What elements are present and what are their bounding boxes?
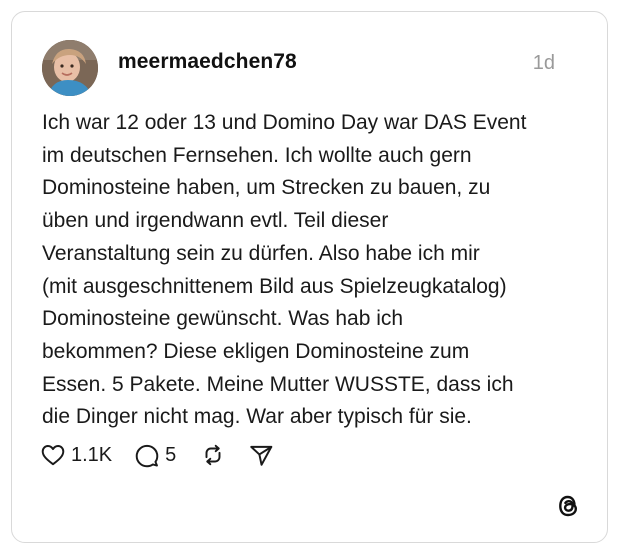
username[interactable]: meermaedchen78 [118, 50, 297, 74]
heart-icon [40, 442, 66, 468]
threads-logo-icon[interactable] [555, 492, 583, 520]
like-button[interactable]: 1.1K [40, 442, 112, 468]
post-text-line: Dominosteine haben, um Strecken zu bauen… [42, 176, 491, 200]
post-timestamp: 1d [532, 52, 555, 74]
post-text-line: (mit ausgeschnittenem Bild aus Spielzeug… [42, 274, 507, 298]
post-text-line: Veranstaltung sein zu dürfen. Also habe … [42, 241, 480, 265]
send-icon [248, 442, 274, 468]
reply-button[interactable]: 5 [134, 442, 176, 468]
post-text-line: üben und irgendwann evtl. Teil dieser [42, 209, 389, 233]
comment-icon [134, 442, 160, 468]
post-actions: 1.1K 5 [40, 440, 274, 470]
reply-count: 5 [165, 443, 177, 466]
post-text: Ich war 12 oder 13 und Domino Day war DA… [42, 107, 582, 434]
post-text-line: Essen. 5 Pakete. Meine Mutter WUSSTE, da… [42, 372, 514, 396]
repost-button[interactable] [200, 442, 226, 468]
share-button[interactable] [248, 442, 274, 468]
like-count: 1.1K [71, 443, 113, 466]
post-text-line: bekommen? Diese ekligen Dominosteine zum [42, 339, 470, 363]
post-text-line: Dominosteine gewünscht. Was hab ich [42, 307, 404, 331]
avatar[interactable] [42, 40, 98, 96]
post-text-line: im deutschen Fernsehen. Ich wollte auch … [42, 143, 472, 167]
post-card: meermaedchen78 1d Ich war 12 oder 13 und… [11, 11, 608, 543]
post-text-line: Ich war 12 oder 13 und Domino Day war DA… [42, 111, 527, 134]
repost-icon [200, 442, 226, 468]
post-text-line: die Dinger nicht mag. War aber typisch f… [42, 405, 472, 429]
